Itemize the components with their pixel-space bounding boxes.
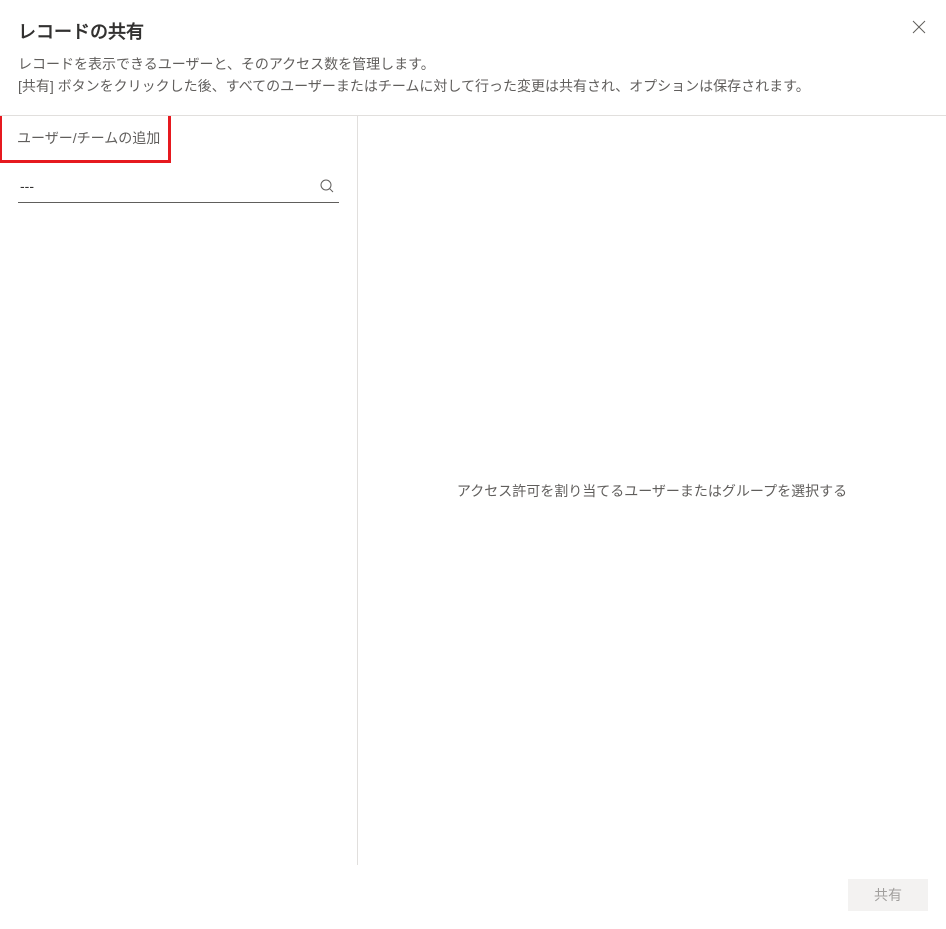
user-team-search-input[interactable]: [18, 172, 315, 200]
share-button[interactable]: 共有: [848, 879, 928, 911]
dialog-title: レコードの共有: [18, 18, 144, 44]
description-line-2: [共有] ボタンをクリックした後、すべてのユーザーまたはチームに対して行った変更…: [18, 76, 928, 98]
description-line-1: レコードを表示できるユーザーと、そのアクセス数を管理します。: [18, 54, 928, 76]
dialog-description: レコードを表示できるユーザーと、そのアクセス数を管理します。 [共有] ボタンを…: [0, 54, 946, 115]
dialog-header: レコードの共有: [0, 18, 946, 54]
close-button[interactable]: [910, 18, 928, 36]
left-pane: ユーザー/チームの追加: [0, 116, 358, 865]
add-user-team-section: ユーザー/チームの追加: [0, 116, 357, 163]
search-button[interactable]: [315, 174, 339, 198]
search-icon: [319, 178, 335, 194]
close-icon: [912, 20, 926, 34]
permissions-placeholder: アクセス許可を割り当てるユーザーまたはグループを選択する: [457, 481, 847, 501]
right-pane: アクセス許可を割り当てるユーザーまたはグループを選択する: [358, 116, 946, 865]
share-record-dialog: レコードの共有 レコードを表示できるユーザーと、そのアクセス数を管理します。 […: [0, 0, 946, 929]
add-user-team-label: ユーザー/チームの追加: [0, 116, 171, 163]
dialog-body: ユーザー/チームの追加 アクセス許可を割り当てるユーザーまたはグループを選択する: [0, 115, 946, 865]
dialog-footer: 共有: [0, 865, 946, 929]
search-row: [18, 169, 339, 203]
